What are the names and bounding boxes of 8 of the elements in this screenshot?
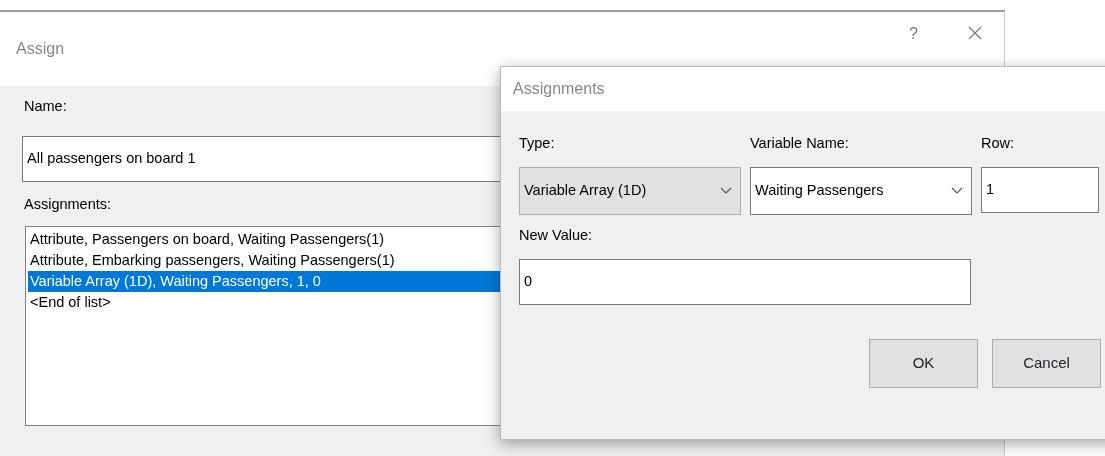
field-label: Type:	[519, 134, 556, 153]
window-title: Assignments	[513, 79, 605, 99]
field-label: Name:	[24, 97, 68, 116]
field-label: Row:	[981, 134, 1016, 153]
field-label: New Value:	[519, 225, 594, 245]
field-label: Variable Name:	[750, 134, 850, 153]
window-title: Assign	[16, 39, 65, 59]
field-label: Assignments:	[24, 194, 113, 214]
